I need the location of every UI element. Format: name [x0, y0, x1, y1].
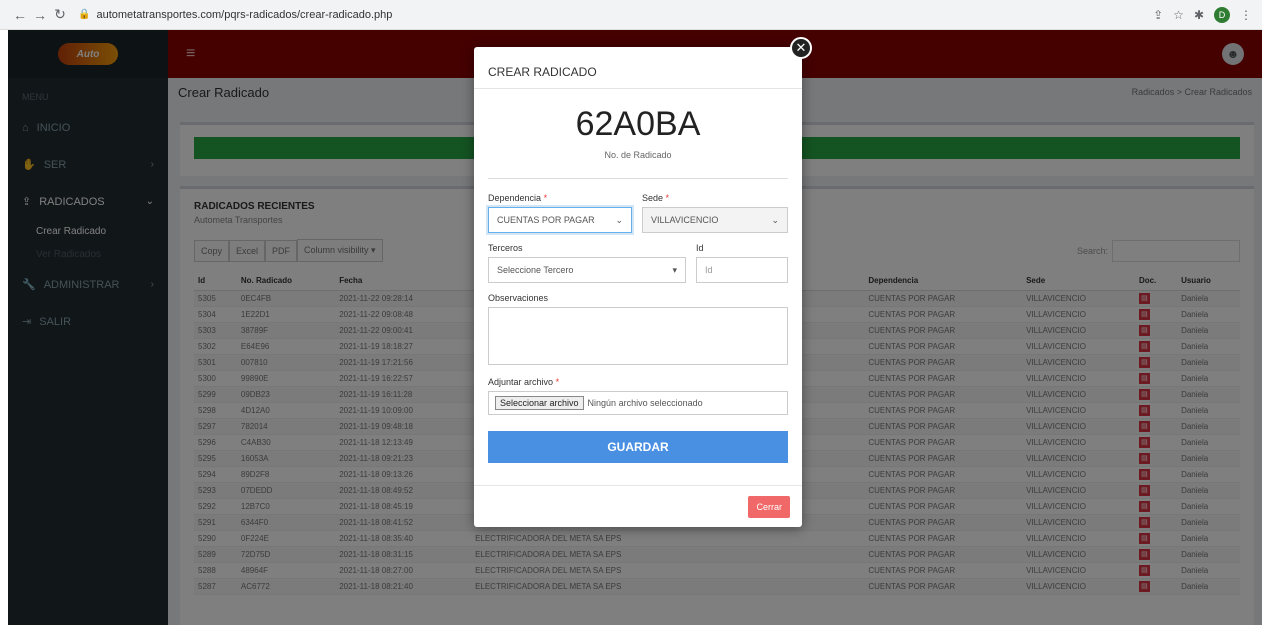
crear-radicado-modal: ✕ CREAR RADICADO 62A0BA No. de Radicado … [474, 37, 812, 527]
url-text: autometatransportes.com/pqrs-radicados/c… [96, 8, 393, 21]
dependencia-value: CUENTAS POR PAGAR [497, 215, 595, 225]
caret-down-icon: ▾ [672, 264, 677, 275]
star-icon[interactable]: ☆ [1173, 8, 1184, 22]
divider [488, 178, 788, 179]
file-input[interactable]: Seleccionar archivo Ningún archivo selec… [488, 391, 788, 415]
observaciones-textarea[interactable] [488, 307, 788, 365]
modal-footer: Cerrar [474, 485, 802, 527]
radicado-number: 62A0BA [575, 105, 701, 143]
share-icon[interactable]: ⇪ [1153, 8, 1163, 22]
modal-title: CREAR RADICADO [474, 47, 802, 89]
address-bar[interactable]: 🔒 autometatransportes.com/pqrs-radicados… [78, 9, 392, 21]
dependencia-select[interactable]: CUENTAS POR PAGAR ⌄ [488, 207, 632, 233]
chevron-down-icon: ⌄ [771, 214, 779, 225]
reload-icon[interactable]: ↻ [50, 6, 70, 23]
terceros-select[interactable]: Seleccione Tercero ▾ [488, 257, 686, 283]
browser-menu-icon[interactable]: ⋮ [1240, 8, 1252, 22]
profile-avatar[interactable]: D [1214, 6, 1230, 23]
lock-icon: 🔒 [78, 9, 91, 20]
adjuntar-label: Adjuntar archivo * [488, 377, 560, 387]
radicado-label: No. de Radicado [604, 150, 672, 160]
extensions-icon[interactable]: ✱ [1194, 8, 1204, 22]
cerrar-button[interactable]: Cerrar [748, 496, 790, 518]
guardar-button[interactable]: GUARDAR [488, 431, 788, 463]
terceros-label: Terceros [488, 243, 523, 253]
forward-icon[interactable]: → [30, 7, 50, 23]
sede-select[interactable]: VILLAVICENCIO ⌄ [642, 207, 788, 233]
sede-label: Sede * [642, 193, 670, 203]
dependencia-label: Dependencia * [488, 193, 548, 203]
terceros-placeholder: Seleccione Tercero [497, 265, 574, 275]
id-input[interactable]: Id [696, 257, 788, 283]
sede-value: VILLAVICENCIO [651, 215, 719, 225]
file-status: Ningún archivo seleccionado [587, 398, 703, 408]
back-icon[interactable]: ← [10, 7, 30, 23]
observaciones-label: Observaciones [488, 293, 549, 303]
browser-toolbar: ← → ↻ 🔒 autometatransportes.com/pqrs-rad… [0, 0, 1262, 30]
chevron-down-icon: ⌄ [615, 214, 623, 225]
close-icon[interactable]: ✕ [790, 37, 812, 59]
id-label: Id [696, 243, 704, 253]
select-file-button[interactable]: Seleccionar archivo [495, 396, 584, 410]
